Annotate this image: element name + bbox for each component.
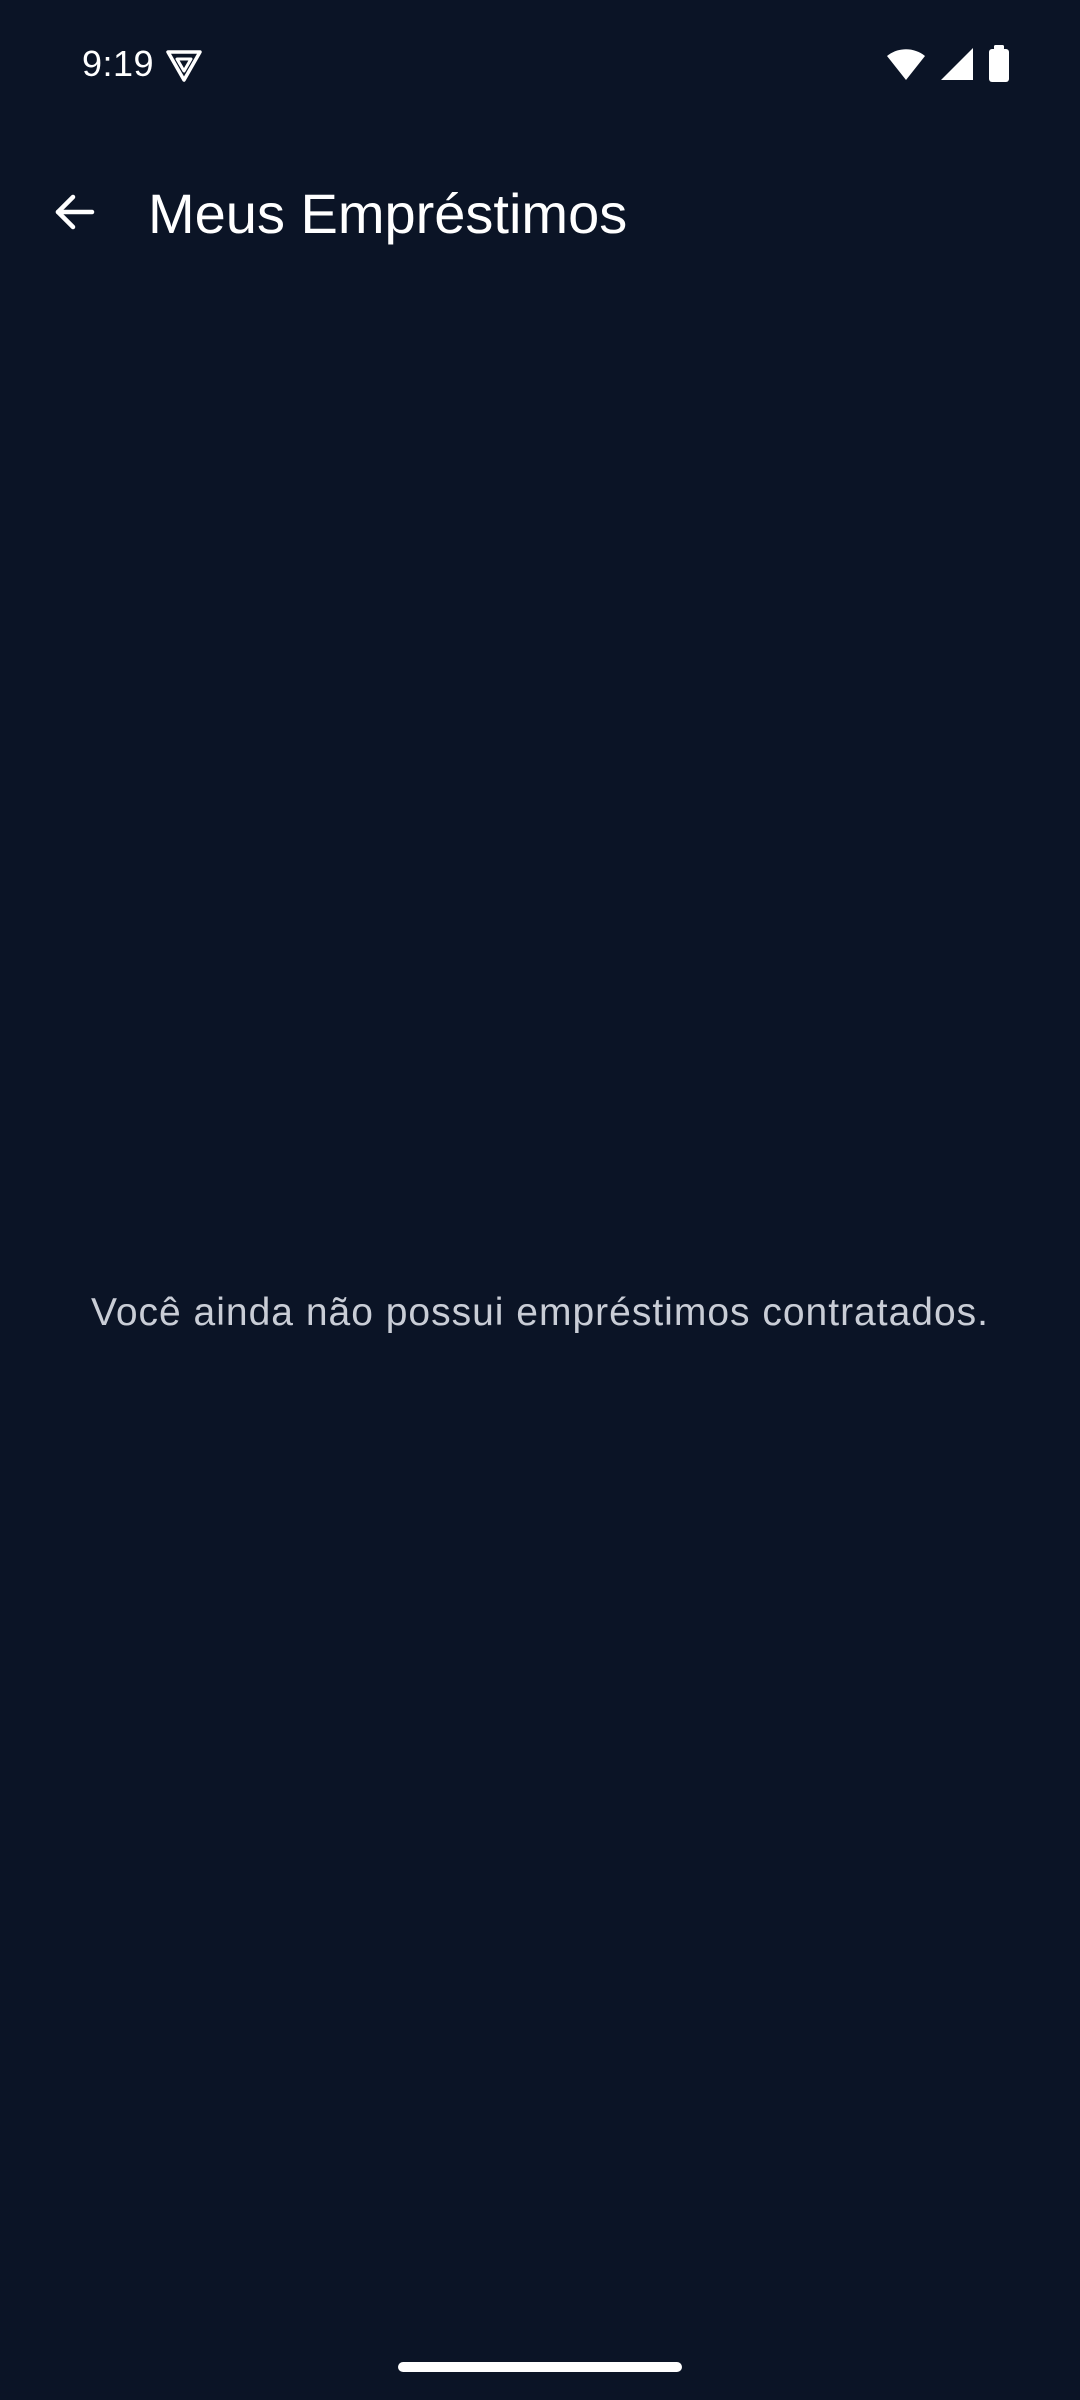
vpn-shield-icon bbox=[164, 44, 204, 84]
status-time: 9:19 bbox=[82, 43, 155, 84]
arrow-back-icon bbox=[50, 188, 98, 241]
battery-icon bbox=[988, 45, 1010, 83]
app-bar: Meus Empréstimos bbox=[0, 150, 1080, 274]
page-title: Meus Empréstimos bbox=[148, 182, 628, 245]
status-icons bbox=[886, 44, 1010, 84]
status-bar: 9:19 bbox=[0, 0, 1080, 128]
wifi-icon bbox=[886, 47, 926, 81]
empty-state-message: Você ainda não possui empréstimos contra… bbox=[90, 1291, 989, 1334]
gesture-navigation-handle[interactable] bbox=[398, 2362, 682, 2372]
cell-signal-icon bbox=[940, 47, 974, 81]
back-button[interactable] bbox=[30, 170, 118, 258]
